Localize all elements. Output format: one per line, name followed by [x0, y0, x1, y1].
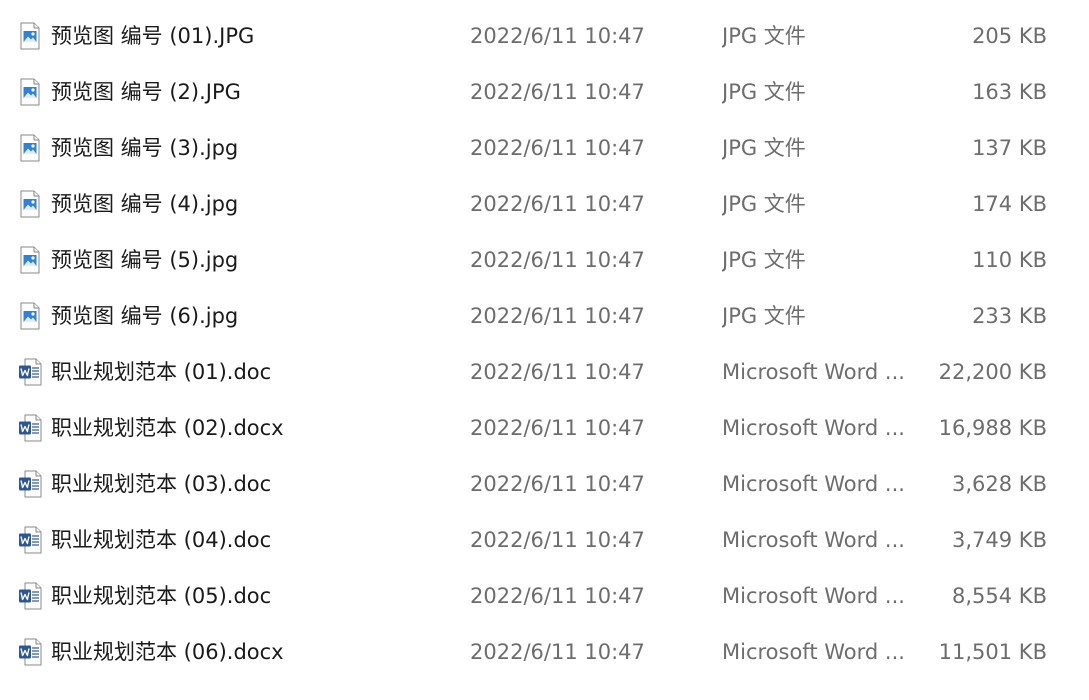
file-name: 预览图 编号 (4).jpg [51, 192, 239, 216]
file-size: 110 KB [972, 248, 1047, 272]
file-row[interactable]: 预览图 编号 (01).JPG 2022/6/11 10:47 JPG 文件 2… [0, 8, 1089, 64]
file-name: 职业规划范本 (05).doc [51, 584, 272, 608]
file-row[interactable]: 预览图 编号 (5).jpg 2022/6/11 10:47 JPG 文件 11… [0, 232, 1089, 288]
file-type: JPG 文件 [722, 304, 806, 328]
file-row[interactable]: 职业规划范本 (02).docx 2022/6/11 10:47 Microso… [0, 400, 1089, 456]
file-size: 205 KB [972, 24, 1047, 48]
file-size: 233 KB [972, 304, 1047, 328]
file-row[interactable]: 预览图 编号 (2).JPG 2022/6/11 10:47 JPG 文件 16… [0, 64, 1089, 120]
file-list: 预览图 编号 (01).JPG 2022/6/11 10:47 JPG 文件 2… [0, 8, 1089, 680]
file-type: Microsoft Word ... [722, 360, 905, 384]
file-date-modified: 2022/6/11 10:47 [470, 80, 645, 104]
file-name: 预览图 编号 (01).JPG [51, 24, 255, 48]
file-size: 22,200 KB [938, 360, 1047, 384]
file-row[interactable]: 职业规划范本 (01).doc 2022/6/11 10:47 Microsof… [0, 344, 1089, 400]
file-size: 3,749 KB [952, 528, 1047, 552]
file-size: 8,554 KB [952, 584, 1047, 608]
file-name: 预览图 编号 (2).JPG [51, 80, 241, 104]
file-date-modified: 2022/6/11 10:47 [470, 360, 645, 384]
file-date-modified: 2022/6/11 10:47 [470, 248, 645, 272]
file-row[interactable]: 预览图 编号 (3).jpg 2022/6/11 10:47 JPG 文件 13… [0, 120, 1089, 176]
file-size: 11,501 KB [938, 640, 1047, 664]
file-name: 预览图 编号 (3).jpg [51, 136, 239, 160]
word-doc-icon [18, 526, 42, 554]
file-name: 职业规划范本 (01).doc [51, 360, 272, 384]
file-name: 职业规划范本 (02).docx [51, 416, 284, 440]
file-type: Microsoft Word ... [722, 528, 905, 552]
file-row[interactable]: 预览图 编号 (4).jpg 2022/6/11 10:47 JPG 文件 17… [0, 176, 1089, 232]
file-date-modified: 2022/6/11 10:47 [470, 304, 645, 328]
file-size: 137 KB [972, 136, 1047, 160]
file-date-modified: 2022/6/11 10:47 [470, 24, 645, 48]
word-doc-icon [18, 358, 42, 386]
word-doc-icon [18, 414, 42, 442]
word-doc-icon [18, 470, 42, 498]
file-date-modified: 2022/6/11 10:47 [470, 136, 645, 160]
file-type: Microsoft Word ... [722, 416, 905, 440]
image-file-icon [18, 78, 42, 106]
file-size: 174 KB [972, 192, 1047, 216]
file-row[interactable]: 职业规划范本 (04).doc 2022/6/11 10:47 Microsof… [0, 512, 1089, 568]
image-file-icon [18, 190, 42, 218]
file-type: Microsoft Word ... [722, 584, 905, 608]
image-file-icon [18, 246, 42, 274]
file-size: 163 KB [972, 80, 1047, 104]
file-name: 职业规划范本 (06).docx [51, 640, 284, 664]
file-row[interactable]: 职业规划范本 (06).docx 2022/6/11 10:47 Microso… [0, 624, 1089, 680]
file-date-modified: 2022/6/11 10:47 [470, 640, 645, 664]
image-file-icon [18, 22, 42, 50]
file-type: Microsoft Word ... [722, 472, 905, 496]
word-doc-icon [18, 582, 42, 610]
file-date-modified: 2022/6/11 10:47 [470, 528, 645, 552]
file-size: 16,988 KB [938, 416, 1047, 440]
file-date-modified: 2022/6/11 10:47 [470, 472, 645, 496]
file-date-modified: 2022/6/11 10:47 [470, 192, 645, 216]
word-doc-icon [18, 638, 42, 666]
file-name: 预览图 编号 (5).jpg [51, 248, 239, 272]
file-name: 预览图 编号 (6).jpg [51, 304, 239, 328]
file-row[interactable]: 预览图 编号 (6).jpg 2022/6/11 10:47 JPG 文件 23… [0, 288, 1089, 344]
file-name: 职业规划范本 (04).doc [51, 528, 272, 552]
image-file-icon [18, 302, 42, 330]
file-type: Microsoft Word ... [722, 640, 905, 664]
file-date-modified: 2022/6/11 10:47 [470, 584, 645, 608]
file-name: 职业规划范本 (03).doc [51, 472, 272, 496]
file-type: JPG 文件 [722, 248, 806, 272]
file-size: 3,628 KB [952, 472, 1047, 496]
file-row[interactable]: 职业规划范本 (05).doc 2022/6/11 10:47 Microsof… [0, 568, 1089, 624]
image-file-icon [18, 134, 42, 162]
file-type: JPG 文件 [722, 192, 806, 216]
file-type: JPG 文件 [722, 136, 806, 160]
file-row[interactable]: 职业规划范本 (03).doc 2022/6/11 10:47 Microsof… [0, 456, 1089, 512]
file-type: JPG 文件 [722, 80, 806, 104]
file-date-modified: 2022/6/11 10:47 [470, 416, 645, 440]
file-type: JPG 文件 [722, 24, 806, 48]
